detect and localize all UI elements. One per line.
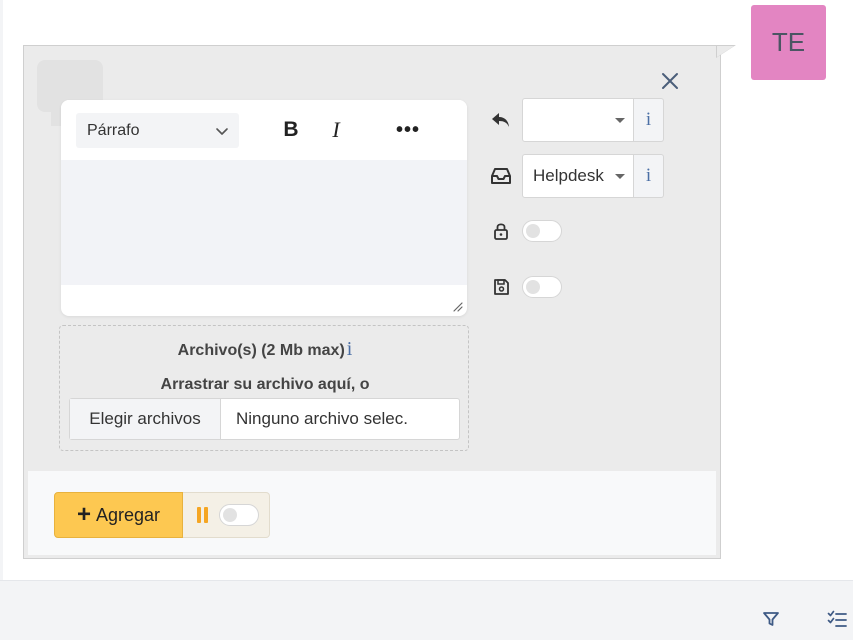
panel-notch-inner (717, 46, 734, 57)
filter-icon[interactable] (760, 608, 782, 630)
resize-handle-icon[interactable] (451, 300, 463, 312)
pause-toggle[interactable] (219, 504, 259, 526)
info-icon[interactable]: i (347, 338, 353, 360)
paragraph-format-select[interactable]: Párrafo (76, 113, 239, 148)
bold-button[interactable]: B (280, 116, 302, 144)
lock-icon (488, 218, 514, 244)
choose-files-button[interactable]: Elegir archivos (70, 399, 221, 439)
add-button-label: Agregar (95, 504, 161, 525)
close-button[interactable] (658, 69, 682, 93)
save-toggle[interactable] (522, 276, 562, 298)
inbox-value: Helpdesk (533, 166, 604, 185)
avatar-initials: TE (771, 27, 806, 57)
more-options-button[interactable]: ••• (395, 116, 421, 144)
paragraph-format-label: Párrafo (87, 121, 140, 139)
pause-icon (196, 507, 210, 523)
add-button[interactable]: + Agregar (54, 492, 183, 538)
toggle-knob (526, 280, 540, 294)
attachments-title: Archivo(s) (2 Mb max) i (60, 338, 470, 361)
reply-type-info-button[interactable]: i (634, 98, 664, 142)
avatar[interactable]: TE (751, 5, 826, 80)
inbox-icon (488, 163, 514, 189)
selected-file-name: Ninguno archivo selec. (236, 409, 408, 428)
chevron-down-icon (216, 128, 228, 135)
plus-icon: + (76, 501, 91, 528)
editor-toolbar: Párrafo B I ••• (61, 100, 467, 160)
drag-instructions: Arrastrar su archivo aquí, o (160, 376, 370, 393)
rich-text-editor: Párrafo B I ••• (61, 100, 467, 316)
file-input[interactable]: Elegir archivos Ninguno archivo selec. (69, 398, 460, 440)
pause-group (183, 492, 270, 538)
inbox-select[interactable]: Helpdesk (522, 154, 634, 198)
toggle-knob (526, 224, 540, 238)
left-border (0, 0, 3, 640)
checklist-icon[interactable] (826, 608, 848, 630)
editor-content-area[interactable] (61, 160, 467, 285)
toggle-knob (223, 508, 237, 522)
inbox-info-button[interactable]: i (634, 154, 664, 198)
attachments-title-text: Archivo(s) (2 Mb max) (177, 342, 345, 359)
italic-button[interactable]: I (327, 116, 345, 144)
bottom-toolbar (0, 580, 853, 640)
caret-down-icon (615, 174, 625, 179)
caret-down-icon (615, 118, 625, 123)
save-icon (488, 274, 514, 300)
reply-icon (488, 107, 514, 133)
close-icon (662, 73, 678, 89)
file-dropzone[interactable]: Archivo(s) (2 Mb max) i Arrastrar su arch… (59, 325, 469, 451)
private-toggle[interactable] (522, 220, 562, 242)
reply-type-select[interactable] (522, 98, 634, 142)
